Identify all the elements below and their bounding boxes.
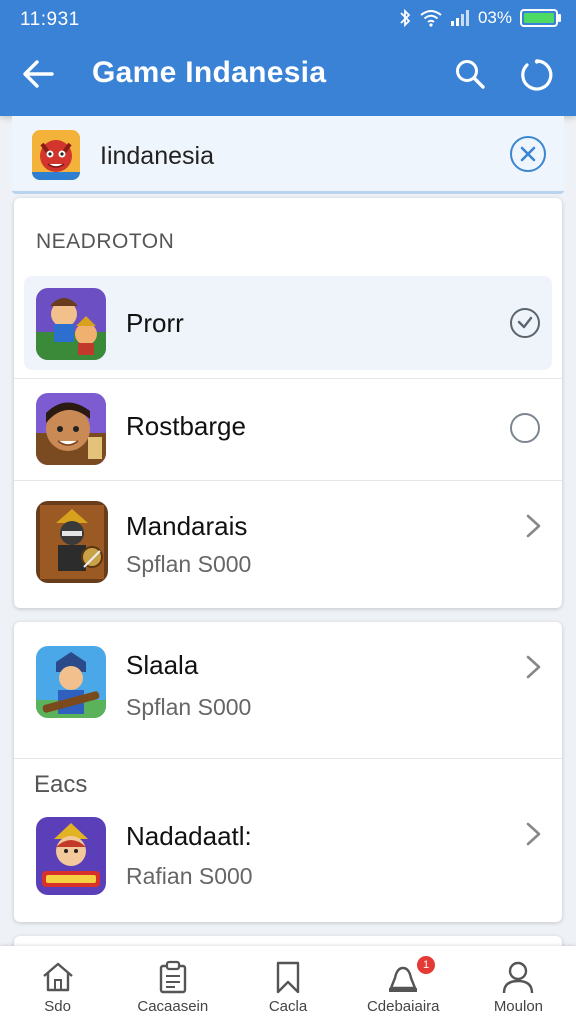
home-icon: [42, 962, 73, 992]
search-button[interactable]: [450, 54, 490, 94]
clear-search-button[interactable]: [510, 136, 546, 172]
notification-icon: [389, 966, 418, 992]
section-header: Eacs: [34, 771, 88, 798]
battery-icon: [520, 9, 561, 27]
back-arrow-icon: [23, 60, 54, 88]
nav-item-cacaasein[interactable]: Cacaasein: [115, 946, 230, 1024]
search-icon: [456, 60, 485, 89]
list-item-title: Mandarais: [126, 511, 248, 541]
nav-label: Cacla: [268, 998, 308, 1015]
red-dragon-game-icon: [32, 130, 80, 180]
chevron-right-icon: [526, 655, 541, 679]
knight-game-icon: [36, 501, 108, 583]
list-item-title: Nadadaatl:: [126, 821, 252, 851]
list-item-prorr[interactable]: Prorr: [24, 276, 552, 370]
nav-item-cdebaiaira[interactable]: 1 Cdebaiaira: [346, 946, 461, 1024]
list-item-subtitle: Spflan S000: [126, 694, 252, 720]
list-item-nadadaatl[interactable]: Nadadaatl: Rafian S000: [14, 809, 562, 923]
list-section-eacs: Eacs Nadadaatl: Rafian S000: [14, 758, 562, 922]
battery-percent: 03%: [477, 8, 512, 27]
list-item-rostbarge[interactable]: Rostbarge: [14, 378, 562, 478]
chevron-right-icon: [526, 822, 541, 846]
list-item-title: Slaala: [126, 650, 199, 680]
signal-icon: [450, 10, 469, 26]
nav-item-sdo[interactable]: Sdo: [0, 946, 115, 1024]
nav-label: Moulon: [493, 998, 544, 1015]
profile-icon: [503, 961, 534, 994]
bottom-navigation: Sdo Cacaasein Cacla 1 Cdebaiaira Moulon: [0, 946, 576, 1024]
nav-label: Cdebaiaira: [366, 998, 440, 1015]
radio-unchecked[interactable]: [510, 413, 540, 443]
status-bar: 11:931 03%: [0, 0, 576, 40]
search-input[interactable]: Iindanesia: [100, 142, 214, 171]
toolbar: Game Indanesia: [0, 40, 576, 112]
nav-label: Sdo: [44, 998, 71, 1015]
wifi-icon: [420, 10, 442, 27]
app-bar: 11:931 03% Game Indanesia: [0, 0, 576, 116]
page-title: Game Indanesia: [92, 56, 327, 89]
refresh-button[interactable]: [516, 54, 558, 96]
list-item-subtitle: Spflan S000: [126, 551, 252, 577]
boy-game-icon: [36, 393, 106, 465]
chevron-right-icon: [526, 514, 541, 538]
clipboard-icon: [159, 960, 186, 994]
close-circle-icon: [520, 146, 536, 162]
nav-item-moulon[interactable]: Moulon: [461, 946, 576, 1024]
bluetooth-icon: [400, 8, 411, 28]
check-icon: [517, 316, 533, 329]
list-item-title: Prorr: [126, 308, 184, 338]
nav-item-cacla[interactable]: Cacla: [230, 946, 345, 1024]
list-item-mandarais[interactable]: Mandarais Spflan S000: [14, 480, 562, 604]
status-icons: 03%: [398, 8, 562, 28]
bookmark-icon: [276, 961, 300, 994]
list-item-slaala[interactable]: Slaala Spflan S000: [14, 622, 562, 756]
section-header: NEADROTON: [36, 230, 175, 253]
list-item-title: Rostbarge: [126, 411, 246, 441]
loading-circle-icon: [521, 59, 553, 91]
notification-badge: 1: [417, 956, 436, 974]
warrior-game-icon: [36, 646, 106, 718]
search-field[interactable]: Iindanesia: [12, 116, 564, 194]
results-card-2: Slaala Spflan S000 Eacs Nadadaatl: Rafia…: [14, 622, 562, 922]
list-item-subtitle: Rafian S000: [126, 863, 253, 889]
status-time: 11:931: [20, 9, 80, 30]
nav-label: Cacaasein: [137, 998, 209, 1015]
princess-game-icon: [36, 817, 106, 895]
back-button[interactable]: [18, 54, 58, 94]
results-card-1: NEADROTON Prorr Rostbarge Mandarais Spfl…: [14, 198, 562, 608]
heroes-game-icon: [36, 288, 106, 360]
radio-checked[interactable]: [510, 308, 540, 338]
